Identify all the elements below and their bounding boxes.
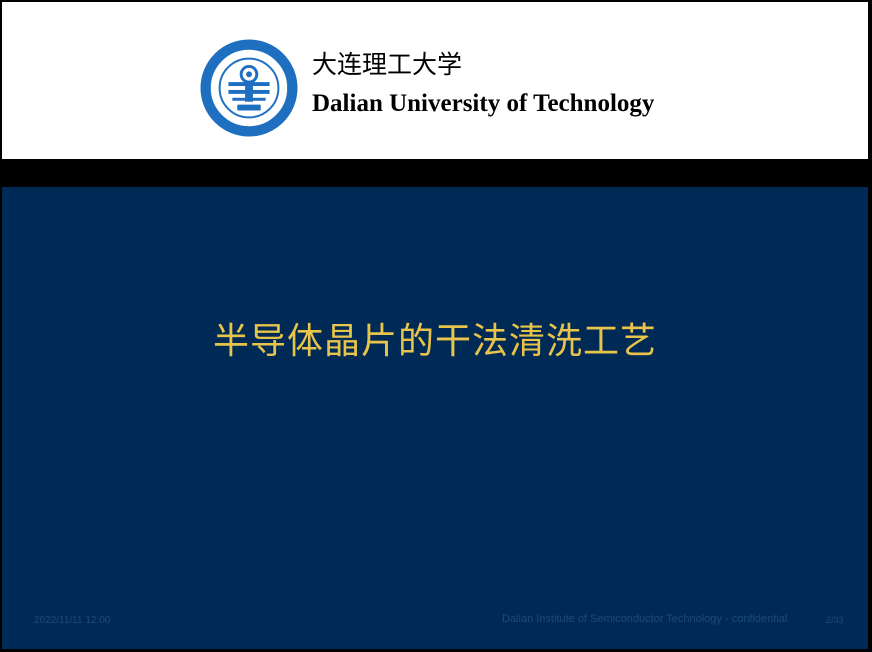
footer-date: 2022/11/11 12:00	[34, 615, 111, 626]
footer-note: Dalian Institute of Semiconductor Techno…	[502, 613, 788, 625]
university-name-chinese: 大连理工大学	[312, 50, 463, 79]
university-seal-icon	[200, 39, 298, 137]
footer-page-number: 2/33	[826, 615, 844, 625]
slide-title: 半导体晶片的干法清洗工艺	[212, 321, 657, 362]
slide-header: 大连理工大学 Dalian University of Technology	[2, 2, 868, 159]
header-divider-bar	[0, 159, 872, 187]
slide-body: 半导体晶片的干法清洗工艺 2022/11/11 12:00 Dalian Ins…	[2, 187, 868, 649]
slide: 大连理工大学 Dalian University of Technology 半…	[0, 0, 872, 652]
university-name-english: Dalian University of Technology	[312, 90, 655, 117]
